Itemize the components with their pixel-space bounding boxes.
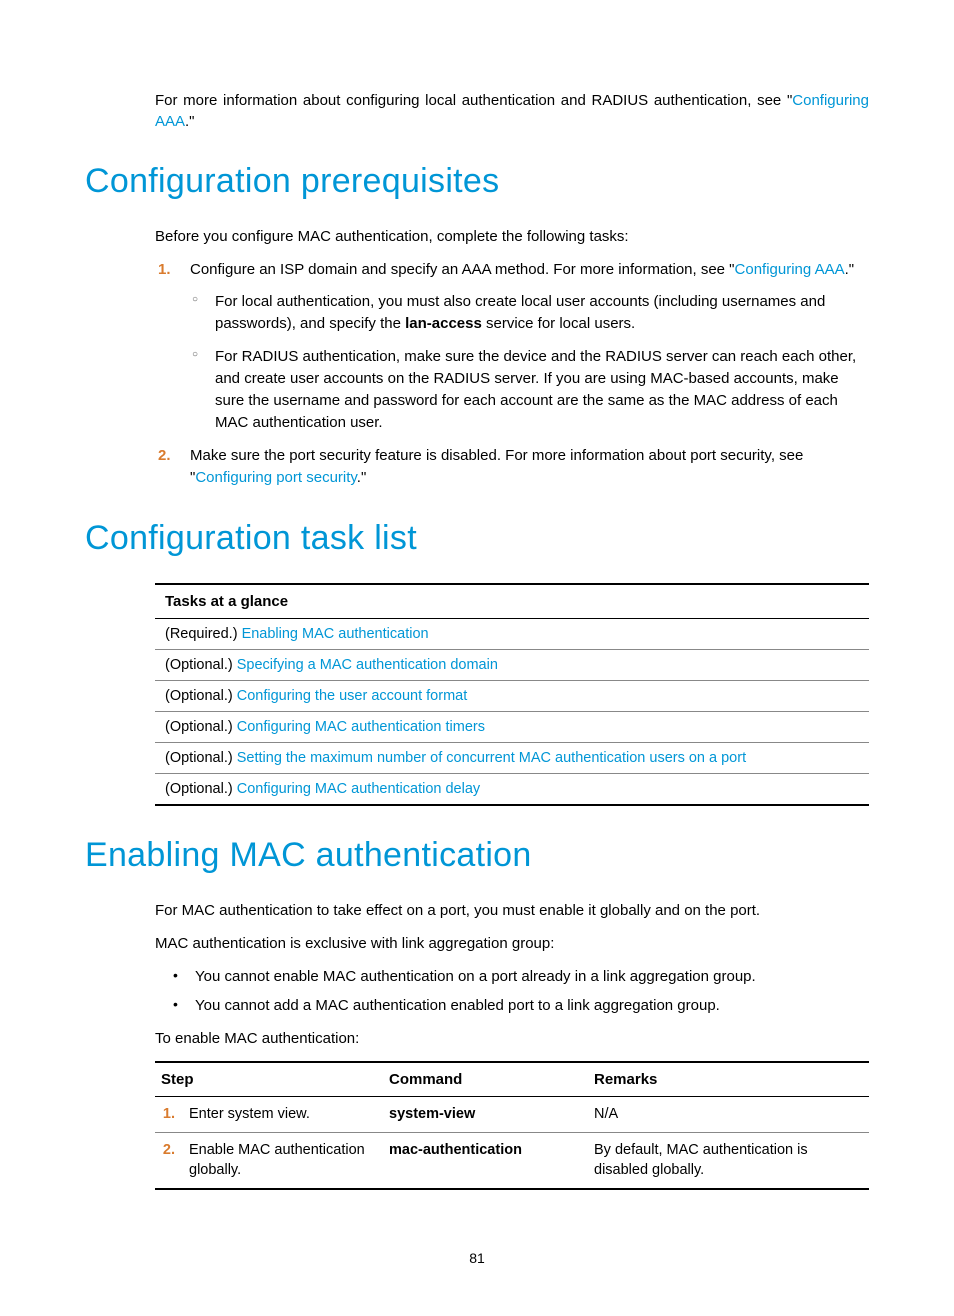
list-number: 2. bbox=[158, 445, 171, 467]
link-max-concurrent-users[interactable]: Setting the maximum number of concurrent… bbox=[237, 750, 746, 766]
link-mac-auth-delay[interactable]: Configuring MAC authentication delay bbox=[237, 781, 480, 797]
prereq-1-sublist: For local authentication, you must also … bbox=[190, 291, 869, 434]
list-item: You cannot add a MAC authentication enab… bbox=[155, 995, 869, 1016]
tasks-header: Tasks at a glance bbox=[155, 584, 869, 619]
sub-a-after: service for local users. bbox=[482, 315, 635, 332]
step-command: system-view bbox=[383, 1096, 588, 1133]
enable-p2: MAC authentication is exclusive with lin… bbox=[155, 933, 869, 954]
heading-enabling-mac-auth: Enabling MAC authentication bbox=[85, 836, 869, 875]
steps-header-step: Step bbox=[155, 1062, 383, 1097]
enable-p3: To enable MAC authentication: bbox=[155, 1028, 869, 1049]
list-number: 1. bbox=[158, 259, 171, 281]
exclusive-bullets: You cannot enable MAC authentication on … bbox=[155, 966, 869, 1016]
intro-paragraph: For more information about configuring l… bbox=[155, 90, 869, 132]
steps-header-command: Command bbox=[383, 1062, 588, 1097]
link-user-account-format[interactable]: Configuring the user account format bbox=[237, 688, 468, 704]
heading-config-task-list: Configuration task list bbox=[85, 519, 869, 558]
table-row: (Optional.) Specifying a MAC authenticat… bbox=[155, 649, 869, 680]
page-number: 81 bbox=[85, 1250, 869, 1266]
prereq-1-sub-b: For RADIUS authentication, make sure the… bbox=[190, 346, 869, 433]
prereq-1-sub-a: For local authentication, you must also … bbox=[190, 291, 869, 335]
task-prefix: (Optional.) bbox=[165, 688, 237, 704]
intro-text-after: ." bbox=[185, 113, 195, 130]
prereq-list: 1. Configure an ISP domain and specify a… bbox=[155, 259, 869, 489]
prereq-item-1: 1. Configure an ISP domain and specify a… bbox=[155, 259, 869, 433]
intro-text-before: For more information about configuring l… bbox=[155, 92, 792, 109]
link-enabling-mac-auth[interactable]: Enabling MAC authentication bbox=[242, 626, 429, 642]
link-mac-auth-timers[interactable]: Configuring MAC authentication timers bbox=[237, 719, 485, 735]
table-row: (Optional.) Configuring the user account… bbox=[155, 680, 869, 711]
step-remarks: By default, MAC authentication is disabl… bbox=[588, 1133, 869, 1190]
prereq-2-after: ." bbox=[357, 469, 367, 486]
steps-table: Step Command Remarks 1. Enter system vie… bbox=[155, 1061, 869, 1191]
prereq-1-after: ." bbox=[845, 261, 855, 278]
link-configuring-aaa-2[interactable]: Configuring AAA bbox=[735, 261, 845, 278]
table-row: (Optional.) Configuring MAC authenticati… bbox=[155, 773, 869, 805]
list-item: You cannot enable MAC authentication on … bbox=[155, 966, 869, 987]
link-configuring-port-security[interactable]: Configuring port security bbox=[195, 469, 356, 486]
task-prefix: (Optional.) bbox=[165, 657, 237, 673]
tasks-table: Tasks at a glance (Required.) Enabling M… bbox=[155, 583, 869, 806]
link-specifying-mac-auth-domain[interactable]: Specifying a MAC authentication domain bbox=[237, 657, 498, 673]
step-number: 1. bbox=[155, 1096, 183, 1133]
table-row: 2. Enable MAC authentication globally. m… bbox=[155, 1133, 869, 1190]
step-command: mac-authentication bbox=[383, 1133, 588, 1190]
step-desc: Enter system view. bbox=[183, 1096, 383, 1133]
task-prefix: (Optional.) bbox=[165, 781, 237, 797]
task-prefix: (Optional.) bbox=[165, 750, 237, 766]
prereq-1-before: Configure an ISP domain and specify an A… bbox=[190, 261, 735, 278]
table-row: (Required.) Enabling MAC authentication bbox=[155, 618, 869, 649]
heading-config-prerequisites: Configuration prerequisites bbox=[85, 162, 869, 201]
table-row: (Optional.) Configuring MAC authenticati… bbox=[155, 711, 869, 742]
task-prefix: (Required.) bbox=[165, 626, 242, 642]
step-desc: Enable MAC authentication globally. bbox=[183, 1133, 383, 1190]
table-row: 1. Enter system view. system-view N/A bbox=[155, 1096, 869, 1133]
table-row: (Optional.) Setting the maximum number o… bbox=[155, 742, 869, 773]
steps-header-remarks: Remarks bbox=[588, 1062, 869, 1097]
task-prefix: (Optional.) bbox=[165, 719, 237, 735]
sub-a-bold: lan-access bbox=[405, 315, 482, 332]
prereq-item-2: 2. Make sure the port security feature i… bbox=[155, 445, 869, 489]
enable-p1: For MAC authentication to take effect on… bbox=[155, 900, 869, 921]
step-number: 2. bbox=[155, 1133, 183, 1190]
prereq-intro: Before you configure MAC authentication,… bbox=[155, 226, 869, 247]
step-remarks: N/A bbox=[588, 1096, 869, 1133]
